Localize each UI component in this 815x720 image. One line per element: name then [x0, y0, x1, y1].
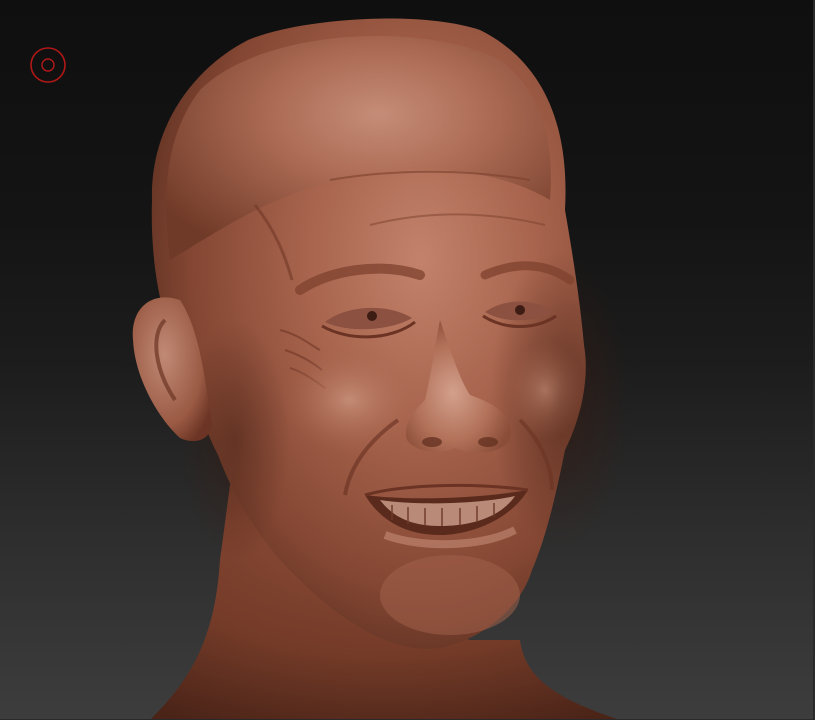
canvas-viewport[interactable] [0, 0, 815, 720]
sculpted-head-model[interactable] [0, 0, 815, 720]
brush-cursor-icon[interactable] [29, 46, 67, 84]
